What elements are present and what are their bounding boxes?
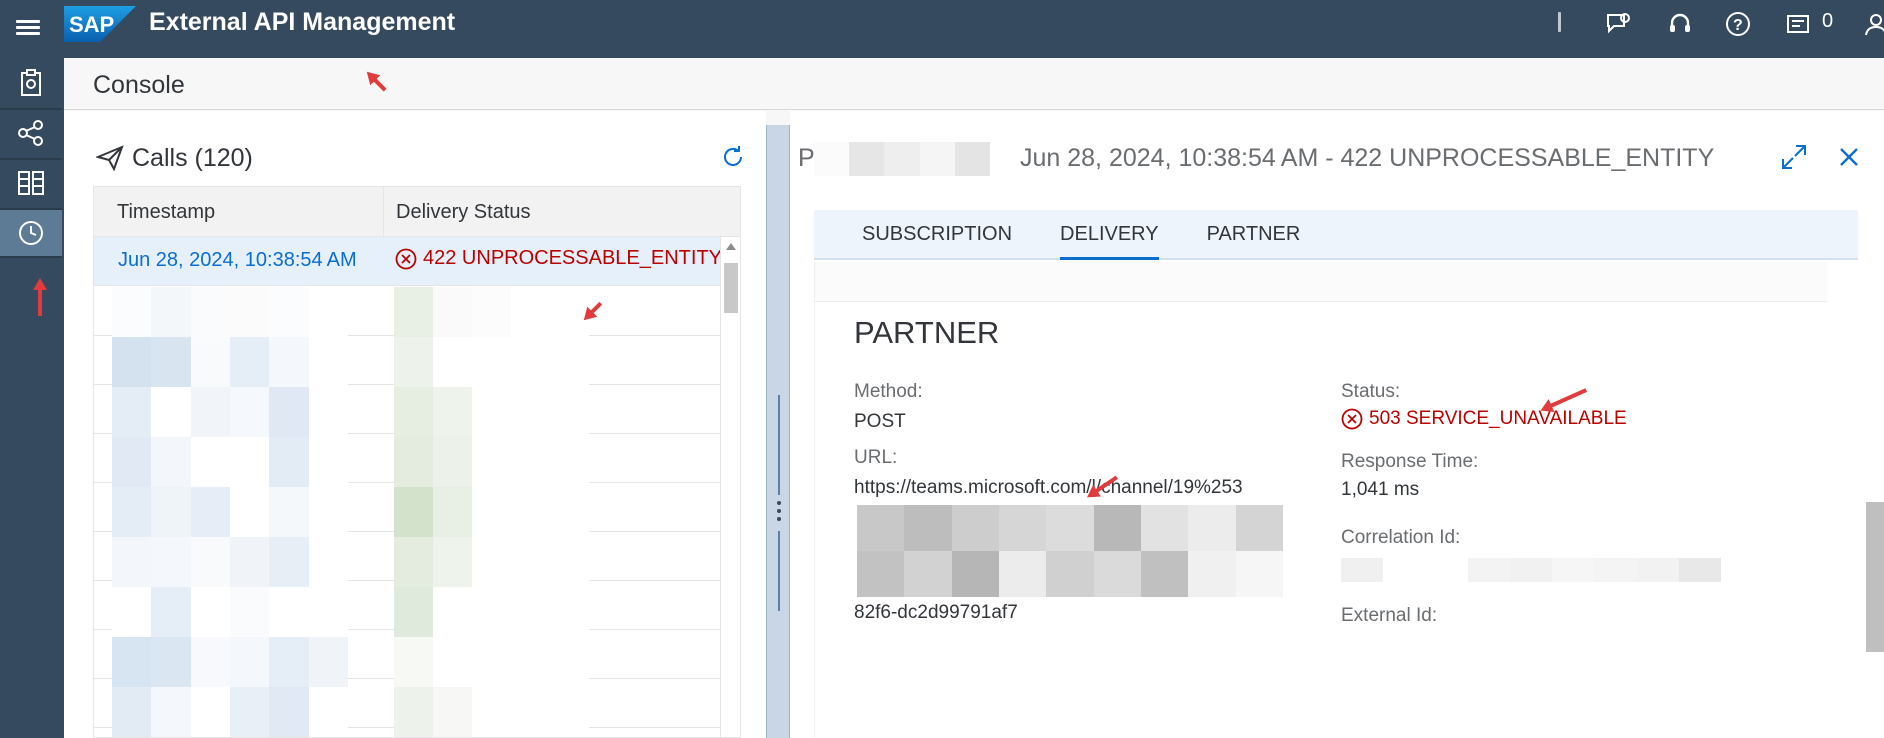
- error-icon: [1341, 408, 1363, 430]
- method-label: Method:: [854, 381, 923, 402]
- status-value-text: 503 SERVICE_UNAVAILABLE: [1369, 408, 1627, 429]
- page-title: Console: [93, 71, 185, 99]
- scroll-up-icon[interactable]: [726, 243, 736, 250]
- paper-plane-icon: [96, 145, 124, 171]
- response-time-value: 1,041 ms: [1341, 479, 1420, 500]
- url-label: URL:: [854, 447, 898, 468]
- table-header: Timestamp Delivery Status: [94, 187, 740, 237]
- detail-panel: P Jun 28, 2024, 10:38:54 AM - 422 UNPROC…: [790, 111, 1884, 738]
- page-header: Console: [64, 58, 1884, 110]
- headset-icon[interactable]: [1664, 8, 1696, 40]
- annotation-arrow: [38, 284, 42, 316]
- tab-partner[interactable]: PARTNER: [1183, 210, 1325, 258]
- detail-prefix: P: [798, 144, 815, 172]
- status-text: 422 UNPROCESSABLE_ENTITY: [423, 247, 722, 269]
- app-title: External API Management: [149, 8, 456, 36]
- redacted-region: [857, 505, 1283, 597]
- status-value: 503 SERVICE_UNAVAILABLE: [1341, 408, 1627, 430]
- scrollbar-thumb[interactable]: [1866, 502, 1884, 652]
- sap-logo[interactable]: SAP: [64, 6, 136, 42]
- panel-splitter[interactable]: [766, 125, 790, 738]
- nav-item-connections[interactable]: [0, 110, 62, 156]
- expand-icon[interactable]: [1780, 143, 1808, 171]
- redacted-region: [1341, 558, 1721, 582]
- table-icon: [18, 171, 44, 195]
- external-id-label: External Id:: [1341, 605, 1438, 626]
- svg-text:?: ?: [1733, 17, 1743, 34]
- share-icon: [18, 120, 43, 146]
- timestamp-cell: Jun 28, 2024, 10:38:54 AM: [118, 249, 357, 271]
- response-time-label: Response Time:: [1341, 451, 1479, 472]
- detail-title: Jun 28, 2024, 10:38:54 AM - 422 UNPROCES…: [1020, 144, 1715, 172]
- notifications-icon[interactable]: [1782, 8, 1814, 40]
- scrollbar-thumb[interactable]: [724, 263, 738, 313]
- tab-delivery[interactable]: DELIVERY: [1036, 210, 1183, 260]
- history-icon: [19, 221, 43, 245]
- section-title: PARTNER: [854, 315, 1000, 350]
- correlation-id-label: Correlation Id:: [1341, 527, 1461, 548]
- feedback-icon[interactable]: [1602, 8, 1634, 40]
- calls-title: Calls (120): [132, 144, 253, 172]
- table-row[interactable]: Jun 28, 2024, 10:38:54 AM 422 UNPROCESSA…: [94, 237, 740, 286]
- user-icon[interactable]: [1860, 8, 1884, 40]
- menu-icon[interactable]: [14, 14, 42, 40]
- redacted-region: [394, 287, 589, 737]
- table-scrollbar[interactable]: [720, 237, 740, 737]
- status-cell: 422 UNPROCESSABLE_ENTITY: [395, 247, 722, 270]
- calls-table: Timestamp Delivery Status Jun 28, 2024, …: [93, 186, 741, 738]
- calls-panel: Calls (120) Timestamp Delivery Status Ju…: [64, 111, 766, 738]
- redacted-region: [112, 287, 348, 737]
- nav-item-console[interactable]: [0, 210, 62, 256]
- method-value: POST: [854, 411, 906, 432]
- detail-content: PARTNER Method: POST URL: https://teams.…: [814, 262, 1884, 738]
- url-value-last: 82f6-dc2d99791af7: [854, 602, 1018, 623]
- column-header-delivery-status[interactable]: Delivery Status: [384, 187, 740, 237]
- content-scrollbar[interactable]: [1866, 262, 1884, 738]
- close-icon[interactable]: [1838, 146, 1860, 168]
- column-header-timestamp[interactable]: Timestamp: [94, 187, 384, 237]
- detail-tabs: SUBSCRIPTION DELIVERY PARTNER: [814, 210, 1858, 260]
- error-icon: [395, 248, 417, 269]
- redacted-region: [814, 142, 991, 176]
- shell-separator: [1558, 12, 1561, 32]
- notification-count: 0: [1822, 10, 1834, 32]
- url-value-line1: https://teams.microsoft.com/l/channel/19…: [854, 477, 1243, 498]
- tab-subscription[interactable]: SUBSCRIPTION: [814, 210, 1036, 258]
- clipboard-icon: [21, 69, 41, 96]
- help-icon[interactable]: ?: [1722, 8, 1754, 40]
- status-label: Status:: [1341, 381, 1401, 402]
- refresh-icon[interactable]: [719, 143, 747, 171]
- nav-item-catalog[interactable]: [0, 160, 62, 206]
- shell-bar: SAP External API Management ? 0: [0, 0, 1884, 58]
- nav-item-overview[interactable]: [0, 60, 62, 106]
- svg-text:SAP: SAP: [69, 12, 114, 37]
- side-navigation: [0, 58, 64, 738]
